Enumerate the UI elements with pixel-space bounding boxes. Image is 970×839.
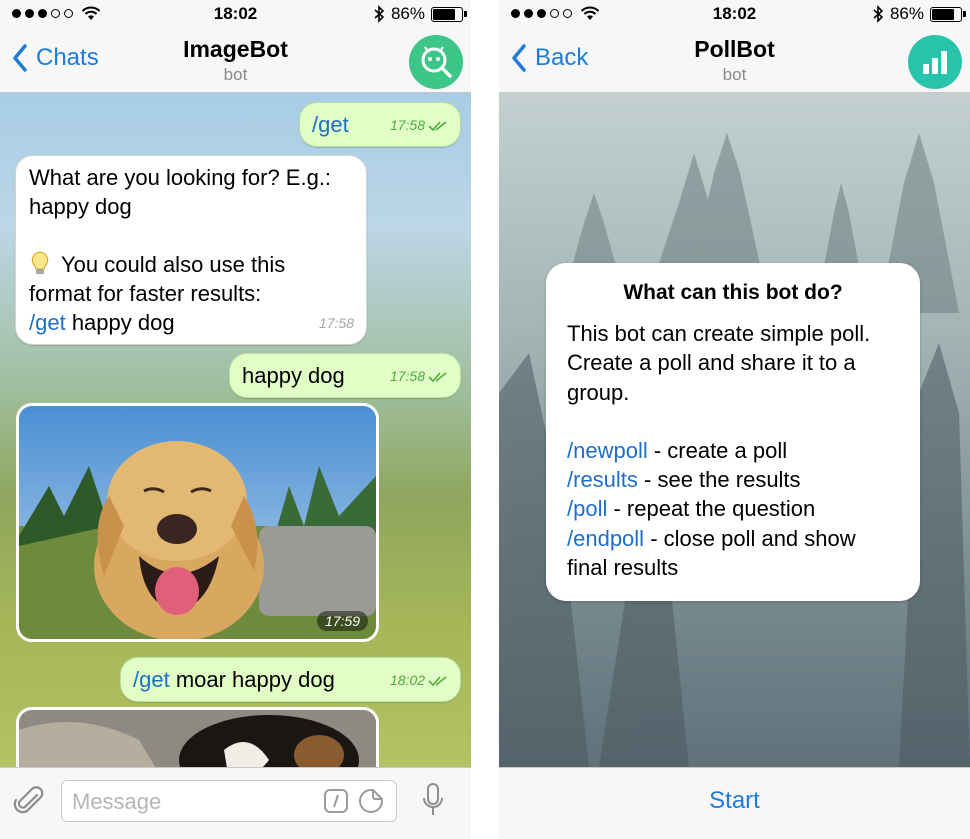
- message-line: What are you looking for? E.g.:: [29, 165, 332, 190]
- slash-command-icon[interactable]: [324, 789, 348, 813]
- bot-avatar[interactable]: [908, 35, 962, 89]
- bluetooth-icon: [374, 5, 385, 23]
- message-text: happy dog: [65, 310, 175, 335]
- photo-message[interactable]: 17:59: [16, 403, 379, 642]
- command-link-poll[interactable]: /poll: [567, 496, 607, 521]
- bluetooth-icon: [873, 5, 884, 23]
- status-bar: 18:02 86%: [499, 0, 970, 30]
- dog-photo: [19, 406, 376, 639]
- command-link-endpoll[interactable]: /endpoll: [567, 526, 644, 551]
- outgoing-message[interactable]: /get 17:58: [299, 102, 461, 147]
- bot-info-card: What can this bot do? This bot can creat…: [546, 263, 920, 601]
- message-line: happy dog: [29, 194, 132, 219]
- message-text: happy dog: [242, 363, 345, 388]
- battery-percent: 86%: [390, 4, 425, 23]
- start-bar: Start: [499, 767, 970, 839]
- nav-bar: Chats ImageBot bot: [0, 30, 471, 93]
- card-line: Create a poll and share it to a: [567, 350, 856, 376]
- command-desc: - repeat the question: [607, 496, 816, 522]
- start-button[interactable]: Start: [499, 768, 970, 834]
- chat-subtitle: bot: [722, 65, 747, 84]
- imagebot-screen: 18:02 86% Chats ImageBot bot /get 17:58 …: [0, 0, 471, 839]
- bar-chart-icon: [923, 51, 947, 74]
- lightbulb-icon: [31, 251, 49, 274]
- photo-time: 17:59: [316, 611, 368, 631]
- double-check-icon: [428, 371, 447, 382]
- status-bar: 18:02 86%: [0, 0, 471, 30]
- card-line: group.: [567, 379, 630, 405]
- message-input[interactable]: [70, 786, 314, 818]
- command-link-newpoll[interactable]: /newpoll: [567, 438, 648, 463]
- battery-icon: [431, 6, 467, 22]
- message-time: 18:02: [389, 672, 425, 688]
- chat-title: PollBot: [694, 36, 775, 62]
- chat-area[interactable]: /get 17:58 What are you looking for? E.g…: [0, 93, 471, 767]
- chat-subtitle: bot: [223, 65, 248, 84]
- command-desc: - create a poll: [647, 437, 788, 463]
- message-time: 17:58: [318, 315, 354, 331]
- card-line: This bot can create simple poll.: [567, 321, 871, 346]
- sticker-icon[interactable]: [358, 788, 384, 814]
- command-link[interactable]: /get: [29, 310, 66, 335]
- command-desc: - see the results: [637, 467, 801, 493]
- message-line: You could also use this: [61, 252, 286, 277]
- double-check-icon: [428, 120, 447, 131]
- chat-background: What can this bot do? This bot can creat…: [499, 93, 970, 767]
- command-link[interactable]: /get: [312, 110, 349, 139]
- command-link-results[interactable]: /results: [567, 467, 638, 492]
- message-time: 17:58: [389, 117, 425, 133]
- nav-bar: Back PollBot bot: [499, 30, 970, 93]
- command-desc: - close poll and show: [644, 525, 856, 551]
- outgoing-message[interactable]: /get moar happy dog 18:02: [120, 657, 461, 702]
- message-text: moar happy dog: [169, 667, 335, 692]
- pollbot-screen: 18:02 86% Back PollBot bot What can this…: [499, 0, 970, 839]
- double-check-icon: [428, 675, 447, 686]
- card-title: What can this bot do?: [623, 281, 843, 304]
- chat-title: ImageBot: [183, 36, 288, 62]
- battery-percent: 86%: [889, 4, 924, 23]
- paperclip-icon[interactable]: [13, 785, 47, 819]
- robot-search-icon: [421, 46, 452, 78]
- card-body: This bot can create simple poll. Create …: [567, 319, 902, 582]
- dog-photo: [19, 710, 376, 767]
- command-link[interactable]: /get: [133, 667, 170, 692]
- bot-avatar[interactable]: [409, 35, 463, 89]
- message-time: 17:58: [389, 368, 425, 384]
- message-input-bar: [0, 767, 471, 839]
- photo-message[interactable]: [16, 707, 379, 767]
- outgoing-message[interactable]: happy dog 17:58: [229, 353, 461, 398]
- battery-icon: [930, 6, 966, 22]
- incoming-message[interactable]: What are you looking for? E.g.: happy do…: [15, 155, 367, 345]
- card-line: final results: [567, 555, 679, 581]
- message-line: format for faster results:: [29, 281, 262, 306]
- message-field[interactable]: [61, 780, 397, 822]
- microphone-icon[interactable]: [421, 782, 445, 820]
